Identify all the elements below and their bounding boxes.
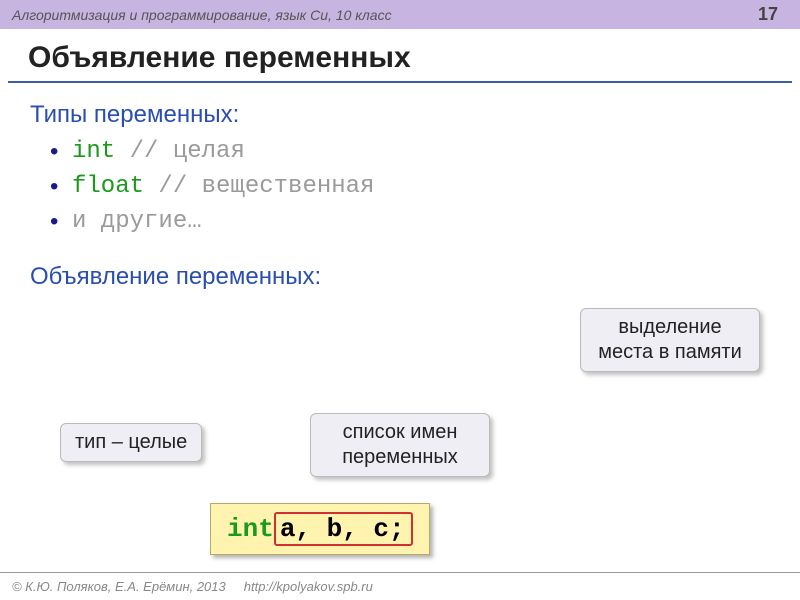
types-list: int // целая float // вещественная и дру… bbox=[30, 135, 770, 239]
keyword-float: float bbox=[72, 173, 144, 200]
keyword-int: int bbox=[72, 138, 115, 165]
footer-url: http://kpolyakov.spb.ru bbox=[244, 579, 373, 594]
comment-float: // вещественная bbox=[158, 173, 374, 200]
page-number: 17 bbox=[758, 4, 788, 25]
code-vars: a, b, c; bbox=[274, 512, 413, 546]
callout-memory: выделение места в памяти bbox=[580, 308, 760, 372]
others-text: и другие… bbox=[72, 208, 202, 235]
callout-list: список имен переменных bbox=[310, 413, 490, 477]
slide-header: Алгоритмизация и программирование, язык … bbox=[0, 0, 800, 29]
section-types-heading: Типы переменных: bbox=[30, 101, 770, 129]
slide-title: Объявление переменных bbox=[8, 29, 792, 83]
type-item-float: float // вещественная bbox=[50, 170, 770, 205]
code-keyword: int bbox=[227, 514, 274, 544]
type-item-others: и другие… bbox=[50, 205, 770, 240]
course-label: Алгоритмизация и программирование, язык … bbox=[12, 7, 392, 23]
comment-int: // целая bbox=[130, 138, 245, 165]
slide-footer: © К.Ю. Поляков, Е.А. Ерёмин, 2013 http:/… bbox=[0, 572, 800, 600]
type-item-int: int // целая bbox=[50, 135, 770, 170]
callout-type: тип – целые bbox=[60, 423, 202, 462]
section-decl-heading: Объявление переменных: bbox=[30, 263, 770, 291]
slide-content: Типы переменных: int // целая float // в… bbox=[0, 83, 800, 307]
footer-authors: © К.Ю. Поляков, Е.А. Ерёмин, 2013 bbox=[12, 579, 226, 594]
code-example: int a, b, c; bbox=[210, 503, 430, 555]
